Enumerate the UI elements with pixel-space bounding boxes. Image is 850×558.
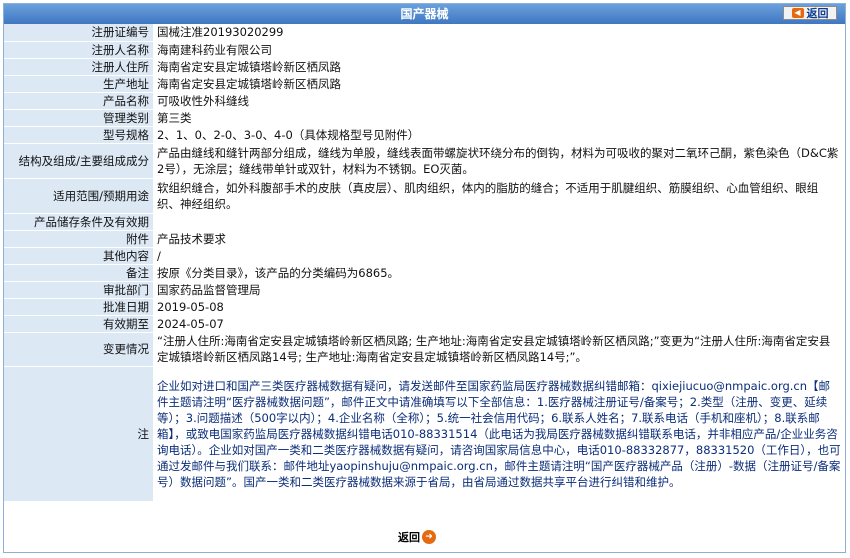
field-value: 2019-05-08 (153, 298, 845, 315)
field-label: 注册人住所 (4, 58, 153, 75)
field-value: 海南省定安县定城镇塔岭新区栖凤路 (153, 58, 845, 75)
field-label: 型号规格 (4, 126, 153, 143)
page-title: 国产器械 (400, 7, 449, 21)
field-value: 第三类 (153, 109, 845, 126)
field-value: 产品技术要求 (153, 230, 845, 247)
field-label: 注册人名称 (4, 41, 153, 58)
table-row: 备注 按原《分类目录》，该产品的分类编码为6865。 (4, 264, 845, 281)
field-value: 软组织缝合，如外科腹部手术的皮肤（真皮层）、肌肉组织，体内的脂肪的缝合；不适用于… (153, 178, 845, 213)
back-button-bottom[interactable]: 返回 ➜ (398, 528, 436, 546)
field-label: 审批部门 (4, 281, 153, 298)
table-row: 变更情况 “注册人住所:海南省定安县定城镇塔岭新区栖凤路; 生产地址:海南省定安县… (4, 332, 845, 366)
table-row: 型号规格 2、1、0、2-0、3-0、4-0（具体规格型号见附件） (4, 126, 845, 143)
field-value (153, 213, 845, 230)
field-value: 按原《分类目录》，该产品的分类编码为6865。 (153, 264, 845, 281)
field-label: 有效期至 (4, 315, 153, 332)
field-label: 备注 (4, 264, 153, 281)
field-label: 注 (4, 366, 153, 501)
field-label: 其他内容 (4, 247, 153, 264)
table-row: 注册人住所 海南省定安县定城镇塔岭新区栖凤路 (4, 58, 845, 75)
back-button-top[interactable]: ◀ 返回 (783, 6, 837, 20)
table-row: 有效期至 2024-05-07 (4, 315, 845, 332)
field-label: 结构及组成/主要组成成分 (4, 143, 153, 178)
table-row: 管理类别 第三类 (4, 109, 845, 126)
field-label: 变更情况 (4, 332, 153, 366)
back-button-bottom-label: 返回 (398, 531, 420, 544)
field-value: “注册人住所:海南省定安县定城镇塔岭新区栖凤路; 生产地址:海南省定安县定城镇塔… (153, 332, 845, 366)
field-label: 注册证编号 (4, 24, 153, 41)
field-value: 海南省定安县定城镇塔岭新区栖凤路 (153, 75, 845, 92)
table-row: 其他内容 / (4, 247, 845, 264)
back-arrow-icon: ◀ (791, 8, 804, 18)
table-row: 注册证编号 国械注准20193020299 (4, 24, 845, 41)
table-row: 产品名称 可吸收性外科缝线 (4, 92, 845, 109)
table-row: 结构及组成/主要组成成分 产品由缝线和缝针两部分组成，缝线为单股，缝线表面带螺旋状… (4, 143, 845, 178)
title-bar: 国产器械 ◀ 返回 (4, 4, 845, 24)
record-frame: 国产器械 ◀ 返回 注册证编号 国械注准20193020299 注册人名称 海南建科药… (3, 3, 846, 553)
table-row: 附件 产品技术要求 (4, 230, 845, 247)
field-value: 海南建科药业有限公司 (153, 41, 845, 58)
device-info-table: 注册证编号 国械注准20193020299 注册人名称 海南建科药业有限公司 注册人住所… (4, 24, 845, 502)
table-row: 适用范围/预期用途 软组织缝合，如外科腹部手术的皮肤（真皮层）、肌肉组织，体内的脂… (4, 178, 845, 213)
field-value: 2、1、0、2-0、3-0、4-0（具体规格型号见附件） (153, 126, 845, 143)
table-row: 审批部门 国家药品监督管理局 (4, 281, 845, 298)
field-label: 附件 (4, 230, 153, 247)
field-value: 可吸收性外科缝线 (153, 92, 845, 109)
field-value: 2024-05-07 (153, 315, 845, 332)
field-label: 批准日期 (4, 298, 153, 315)
field-label: 产品储存条件及有效期 (4, 213, 153, 230)
back-button-label: 返回 (806, 7, 829, 20)
field-value: 国家药品监督管理局 (153, 281, 845, 298)
table-row: 注册人名称 海南建科药业有限公司 (4, 41, 845, 58)
table-row: 批准日期 2019-05-08 (4, 298, 845, 315)
field-label: 管理类别 (4, 109, 153, 126)
field-label: 适用范围/预期用途 (4, 178, 153, 213)
field-value: 国械注准20193020299 (153, 24, 845, 41)
field-value: 产品由缝线和缝针两部分组成，缝线为单股，缝线表面带螺旋状环绕分布的倒钩，材料为可… (153, 143, 845, 178)
field-value: 企业如对进口和国产三类医疗器械数据有疑问，请发送邮件至国家药监局医疗器械数据纠错… (153, 366, 845, 501)
field-label: 产品名称 (4, 92, 153, 109)
field-value: / (153, 247, 845, 264)
field-label: 生产地址 (4, 75, 153, 92)
back-circle-icon: ➜ (422, 530, 436, 544)
table-row: 产品储存条件及有效期 (4, 213, 845, 230)
table-row: 生产地址 海南省定安县定城镇塔岭新区栖凤路 (4, 75, 845, 92)
table-row: 注企业如对进口和国产三类医疗器械数据有疑问，请发送邮件至国家药监局医疗器械数据纠… (4, 366, 845, 501)
